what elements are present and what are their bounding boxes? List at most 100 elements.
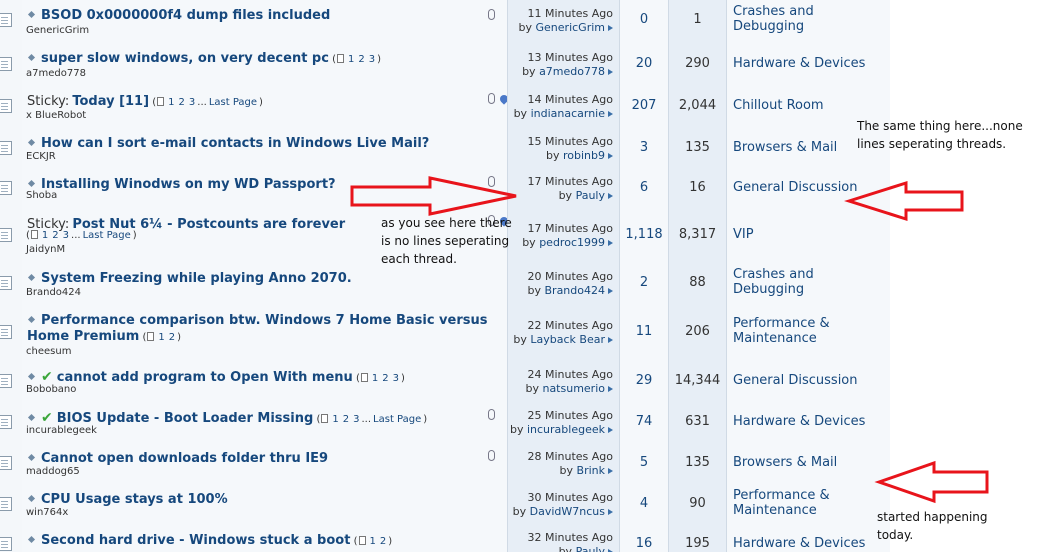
forum-cell: Performance & Maintenance: [726, 483, 890, 524]
forum-link[interactable]: Hardware & Devices: [733, 414, 888, 429]
thread-pages: (1 2 3): [328, 54, 382, 65]
page-link[interactable]: 3: [353, 414, 359, 425]
go-to-last-post-icon[interactable]: [608, 468, 613, 474]
thread-bullet-icon: [27, 494, 36, 503]
page-link[interactable]: 2: [343, 414, 349, 425]
go-to-last-post-icon[interactable]: [608, 509, 613, 515]
replies-count[interactable]: 2: [620, 275, 668, 290]
thread-status-icon: [0, 228, 12, 242]
last-post-user-link[interactable]: Pauly: [576, 189, 605, 202]
last-post-user-link[interactable]: indianacarnie: [531, 107, 605, 120]
forum-link[interactable]: Performance & Maintenance: [733, 488, 843, 518]
page-link[interactable]: 1: [168, 97, 174, 108]
page-link[interactable]: 2: [52, 230, 58, 241]
page-link[interactable]: 3: [189, 97, 195, 108]
replies-count[interactable]: 11: [620, 324, 668, 339]
last-post-user-link[interactable]: incurablegeek: [527, 423, 605, 436]
last-post-user-link[interactable]: GenericGrim: [536, 21, 605, 34]
replies-count[interactable]: 4: [620, 496, 668, 511]
go-to-last-post-icon[interactable]: [608, 288, 613, 294]
attachment-icon: [488, 450, 495, 461]
go-to-last-post-icon[interactable]: [608, 69, 613, 75]
page-link[interactable]: 3: [393, 373, 399, 384]
replies-cell: 5: [619, 442, 668, 483]
thread-title-link[interactable]: BSOD 0x0000000f4 dump files included: [41, 8, 330, 23]
page-link[interactable]: 1: [332, 414, 338, 425]
last-page-link[interactable]: Last Page: [209, 97, 257, 108]
go-to-last-post-icon[interactable]: [608, 111, 613, 117]
thread-title-link[interactable]: cannot add program to Open With menu: [57, 370, 353, 385]
page-link[interactable]: 1: [372, 373, 378, 384]
page-link[interactable]: 1: [348, 54, 354, 65]
thread-title-link[interactable]: Today [11]: [72, 94, 149, 109]
page-link[interactable]: 1: [42, 230, 48, 241]
last-page-link[interactable]: Last Page: [83, 230, 131, 241]
forum-link[interactable]: Performance & Maintenance: [733, 316, 843, 346]
page-link[interactable]: 2: [169, 332, 175, 343]
page-link[interactable]: 1: [370, 536, 376, 547]
go-to-last-post-icon[interactable]: [608, 240, 613, 246]
last-post-user-link[interactable]: Brink: [577, 464, 605, 477]
thread-title-link[interactable]: CPU Usage stays at 100%: [41, 492, 228, 507]
last-post-by: by indianacarnie: [514, 107, 613, 120]
go-to-last-post-icon[interactable]: [608, 337, 613, 343]
replies-count[interactable]: 0: [620, 12, 668, 27]
replies-count[interactable]: 3: [620, 140, 668, 155]
last-post-user-link[interactable]: robinb9: [563, 149, 605, 162]
thread-title-link[interactable]: super slow windows, on very decent pc: [41, 51, 329, 66]
thread-status-icon: [0, 537, 12, 551]
replies-count[interactable]: 5: [620, 455, 668, 470]
replies-count[interactable]: 6: [620, 180, 668, 195]
thread-title-link[interactable]: How can I sort e-mail contacts in Window…: [41, 136, 429, 151]
forum-link[interactable]: Crashes and Debugging: [733, 4, 843, 34]
replies-count[interactable]: 20: [620, 56, 668, 71]
replies-count[interactable]: 29: [620, 373, 668, 388]
page-link[interactable]: 3: [63, 230, 69, 241]
thread-title-link[interactable]: Installing Winodws on my WD Passport?: [41, 177, 336, 192]
last-post-user-link[interactable]: natsumerio: [542, 382, 605, 395]
replies-count[interactable]: 207: [620, 98, 668, 113]
forum-link[interactable]: Hardware & Devices: [733, 56, 888, 71]
multipage-icon: [157, 97, 165, 106]
thread-status-icon: [0, 99, 12, 113]
thread-title-link[interactable]: Cannot open downloads folder thru IE9: [41, 451, 328, 466]
forum-link[interactable]: VIP: [733, 227, 888, 242]
last-post-user-link[interactable]: Brando424: [545, 284, 606, 297]
forum-link[interactable]: General Discussion: [733, 373, 888, 388]
page-link[interactable]: 2: [382, 373, 388, 384]
page-link[interactable]: 1: [158, 332, 164, 343]
page-link[interactable]: 2: [179, 97, 185, 108]
solved-check-icon: ✔: [41, 369, 53, 385]
go-to-last-post-icon[interactable]: [608, 193, 613, 199]
thread-row: How can I sort e-mail contacts in Window…: [0, 127, 890, 168]
last-post-user-link[interactable]: pedroc1999: [539, 236, 605, 249]
forum-link[interactable]: Crashes and Debugging: [733, 267, 843, 297]
replies-count[interactable]: 16: [620, 536, 668, 551]
thread-title-link[interactable]: Performance comparison btw. Windows 7 Ho…: [27, 313, 488, 344]
go-to-last-post-icon[interactable]: [608, 427, 613, 433]
last-page-link[interactable]: Last Page: [373, 414, 421, 425]
thread-bullet-icon: [27, 179, 36, 188]
views-cell: 88: [668, 262, 726, 304]
go-to-last-post-icon[interactable]: [608, 25, 613, 31]
forum-link[interactable]: Chillout Room: [733, 98, 888, 113]
replies-count[interactable]: 1,118: [620, 227, 668, 242]
page-link[interactable]: 2: [380, 536, 386, 547]
thread-title-link[interactable]: BIOS Update - Boot Loader Missing: [57, 411, 314, 426]
forum-link[interactable]: Hardware & Devices: [733, 536, 888, 551]
thread-title-link[interactable]: System Freezing while playing Anno 2070.: [41, 271, 352, 286]
forum-link[interactable]: Browsers & Mail: [733, 455, 888, 470]
forum-cell: Crashes and Debugging: [726, 262, 890, 304]
go-to-last-post-icon[interactable]: [608, 386, 613, 392]
replies-cell: 2: [619, 262, 668, 304]
last-post-user-link[interactable]: DavidW7ncus: [530, 505, 605, 518]
last-post-user-link[interactable]: Pauly: [576, 545, 605, 552]
replies-count[interactable]: 74: [620, 414, 668, 429]
thread-title-link[interactable]: Second hard drive - Windows stuck a boot: [41, 533, 350, 548]
last-post-user-link[interactable]: Layback Bear: [530, 333, 605, 346]
page-link[interactable]: 2: [358, 54, 364, 65]
views-cell: 631: [668, 401, 726, 442]
go-to-last-post-icon[interactable]: [608, 153, 613, 159]
page-link[interactable]: 3: [369, 54, 375, 65]
last-post-user-link[interactable]: a7medo778: [539, 65, 605, 78]
